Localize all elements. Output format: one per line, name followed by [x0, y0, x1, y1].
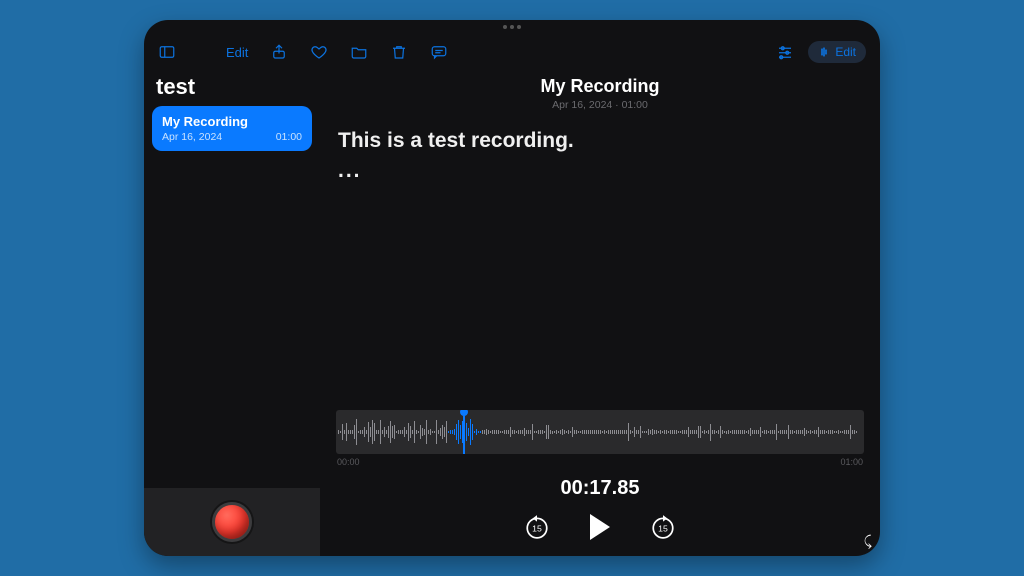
skip-back-button[interactable]: 15	[524, 514, 550, 540]
skip-forward-button[interactable]: 15	[650, 514, 676, 540]
svg-text:15: 15	[532, 523, 542, 533]
waveform-start-time: 00:00	[337, 457, 360, 467]
record-panel	[144, 488, 320, 556]
recording-item-duration: 01:00	[276, 131, 302, 143]
edit-pill-label: Edit	[835, 45, 856, 59]
waveform-scrubber[interactable]	[336, 410, 864, 454]
multitask-grabber-icon[interactable]	[498, 24, 526, 29]
recording-item-name: My Recording	[162, 114, 302, 129]
recording-item-date: Apr 16, 2024	[162, 131, 222, 143]
play-button[interactable]	[590, 514, 610, 540]
recording-title: My Recording	[336, 76, 864, 97]
app-window: Edit Edit	[144, 20, 880, 556]
play-icon	[590, 514, 610, 540]
trash-icon[interactable]	[390, 43, 408, 61]
edit-recording-button[interactable]: Edit	[808, 41, 866, 63]
share-icon[interactable]	[270, 43, 288, 61]
waveform-icon	[336, 410, 864, 454]
playback-controls: 15 15	[336, 514, 864, 540]
svg-text:15: 15	[658, 523, 668, 533]
resize-handle-icon[interactable]: ⤹	[864, 533, 872, 550]
options-icon[interactable]	[776, 43, 794, 61]
transcript-icon[interactable]	[430, 43, 448, 61]
playhead[interactable]	[463, 410, 465, 454]
transcript-area: This is a test recording. ...	[336, 129, 864, 183]
main-panel: My Recording Apr 16, 2024 · 01:00 This i…	[320, 70, 880, 556]
sidebar: test My Recording Apr 16, 2024 01:00	[144, 70, 320, 556]
record-button[interactable]	[212, 502, 252, 542]
content-columns: test My Recording Apr 16, 2024 01:00 My …	[144, 70, 880, 556]
transcript-ellipsis: ...	[338, 159, 862, 183]
waveform-end-time: 01:00	[840, 457, 863, 467]
sidebar-title: test	[152, 74, 312, 106]
timecode: 00:17.85	[336, 477, 864, 500]
favorite-icon[interactable]	[310, 43, 328, 61]
recording-subtitle: Apr 16, 2024 · 01:00	[336, 99, 864, 111]
folder-icon[interactable]	[350, 43, 368, 61]
sidebar-toggle-icon[interactable]	[158, 43, 176, 61]
transcript-line: This is a test recording.	[338, 129, 862, 153]
recording-list-item[interactable]: My Recording Apr 16, 2024 01:00	[152, 106, 312, 151]
edit-list-button[interactable]: Edit	[226, 45, 248, 60]
toolbar: Edit Edit	[144, 34, 880, 70]
